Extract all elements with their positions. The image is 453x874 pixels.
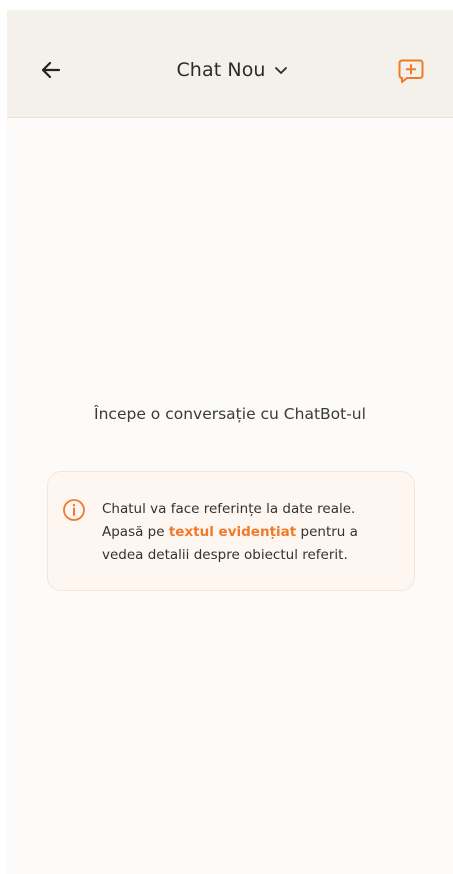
info-message: Chatul va face referințe la date reale. … [102,498,402,567]
new-chat-button[interactable] [394,54,428,88]
chat-title-dropdown[interactable]: Chat Nou [127,54,337,86]
arrow-left-icon [41,61,61,79]
info-line-3: vedea detalii despre obiectul referit. [102,547,348,563]
chat-plus-icon [398,59,424,83]
info-line-2: Apasă pe textul evidențiat pentru a [102,521,402,544]
info-card: Chatul va face referințe la date reale. … [47,471,415,591]
chat-screen: Chat Nou Începe o conversație cu ChatBot… [7,10,453,874]
page-title: Chat Nou [176,59,266,81]
back-button[interactable] [35,54,67,86]
empty-state-title: Începe o conversație cu ChatBot-ul [94,405,366,423]
info-line-2-after: pentru a [296,524,358,540]
chevron-down-icon [274,67,287,74]
info-line-2-before: Apasă pe [102,524,169,540]
highlighted-text-example: textul evidențiat [168,524,297,540]
app-header: Chat Nou [7,10,453,118]
info-circle-icon [63,499,85,521]
info-line-1: Chatul va face referințe la date reale. [102,501,356,517]
